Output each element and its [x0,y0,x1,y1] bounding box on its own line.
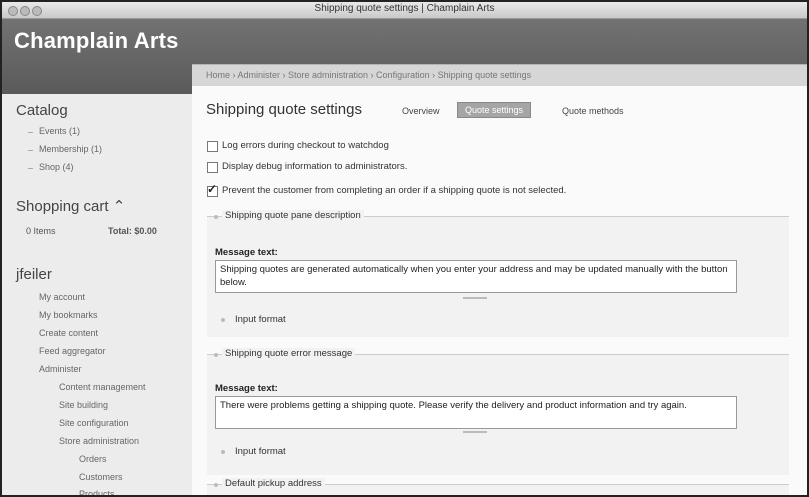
page-title: Shipping quote settings [206,101,362,118]
catalog-item-membership[interactable]: Membership (1) [39,144,102,154]
catalog-item-shop[interactable]: Shop (4) [39,162,74,172]
textarea-resize-grip[interactable] [463,297,487,299]
user-block-title: jfeiler [16,266,52,283]
bullet-icon [28,150,33,151]
nav-customers[interactable]: Customers [79,472,123,482]
nav-feed-aggregator[interactable]: Feed aggregator [39,346,106,356]
pickup-address-legend[interactable]: Default pickup address [222,478,325,489]
nav-store-administration[interactable]: Store administration [59,436,139,446]
bullet-icon [28,168,33,169]
breadcrumb-bar: Home › Administer › Store administration… [192,64,807,87]
debug-info-checkbox[interactable] [207,162,218,173]
window-titlebar: Shipping quote settings | Champlain Arts [2,2,807,19]
pane-input-format-toggle[interactable]: Input format [235,314,286,325]
breadcrumb[interactable]: Home › Administer › Store administration… [206,70,531,80]
cart-summary: 0 Items Total: $0.00 [26,226,176,236]
nav-orders[interactable]: Orders [79,454,107,464]
error-message-legend[interactable]: Shipping quote error message [222,348,356,359]
nav-administer[interactable]: Administer [39,364,82,374]
shopping-cart-block-title[interactable]: Shopping cart ⌃ [16,197,125,215]
debug-info-label[interactable]: Display debug information to administrat… [222,161,407,172]
site-name[interactable]: Champlain Arts [14,28,179,54]
pane-description-legend[interactable]: Shipping quote pane description [222,210,364,221]
prevent-order-checkbox[interactable] [207,182,218,197]
nav-content-management[interactable]: Content management [59,382,146,392]
error-message-label: Message text: [215,383,278,394]
collapse-icon[interactable] [214,353,218,357]
pane-message-textarea[interactable]: Shipping quotes are generated automatica… [215,260,737,293]
tab-overview[interactable]: Overview [402,104,440,118]
cart-item-count: 0 Items [26,226,56,236]
bullet-icon [28,132,33,133]
nav-products[interactable]: Products [79,489,115,495]
collapse-icon[interactable] [214,483,218,487]
textarea-resize-grip[interactable] [463,431,487,433]
pane-description-fieldset: Shipping quote pane description Message … [207,210,789,337]
browser-window: Shipping quote settings | Champlain Arts… [0,0,809,497]
collapse-icon[interactable] [214,215,218,219]
cart-total: Total: $0.00 [108,226,157,236]
collapse-icon[interactable] [221,318,225,322]
catalog-item-events[interactable]: Events (1) [39,126,80,136]
main-content: Shipping quote settings Overview Quote s… [192,86,807,495]
nav-my-bookmarks[interactable]: My bookmarks [39,310,98,320]
nav-site-building[interactable]: Site building [59,400,108,410]
error-message-fieldset: Shipping quote error message Message tex… [207,348,789,475]
tab-quote-methods[interactable]: Quote methods [562,104,624,118]
log-errors-label[interactable]: Log errors during checkout to watchdog [222,140,389,151]
catalog-block-title: Catalog [16,102,68,119]
nav-create-content[interactable]: Create content [39,328,98,338]
log-errors-checkbox[interactable] [207,141,218,152]
tab-quote-settings[interactable]: Quote settings [457,102,532,118]
error-message-textarea[interactable]: There were problems getting a shipping q… [215,396,737,429]
pickup-address-fieldset: Default pickup address [207,478,789,495]
error-input-format-toggle[interactable]: Input format [235,446,286,457]
collapse-icon[interactable] [221,450,225,454]
prevent-order-label[interactable]: Prevent the customer from completing an … [222,185,566,196]
sidebar: Catalog Events (1) Membership (1) Shop (… [2,94,192,495]
nav-site-configuration[interactable]: Site configuration [59,418,129,428]
nav-my-account[interactable]: My account [39,292,85,302]
window-title: Shipping quote settings | Champlain Arts [314,3,495,14]
pane-message-label: Message text: [215,247,278,258]
